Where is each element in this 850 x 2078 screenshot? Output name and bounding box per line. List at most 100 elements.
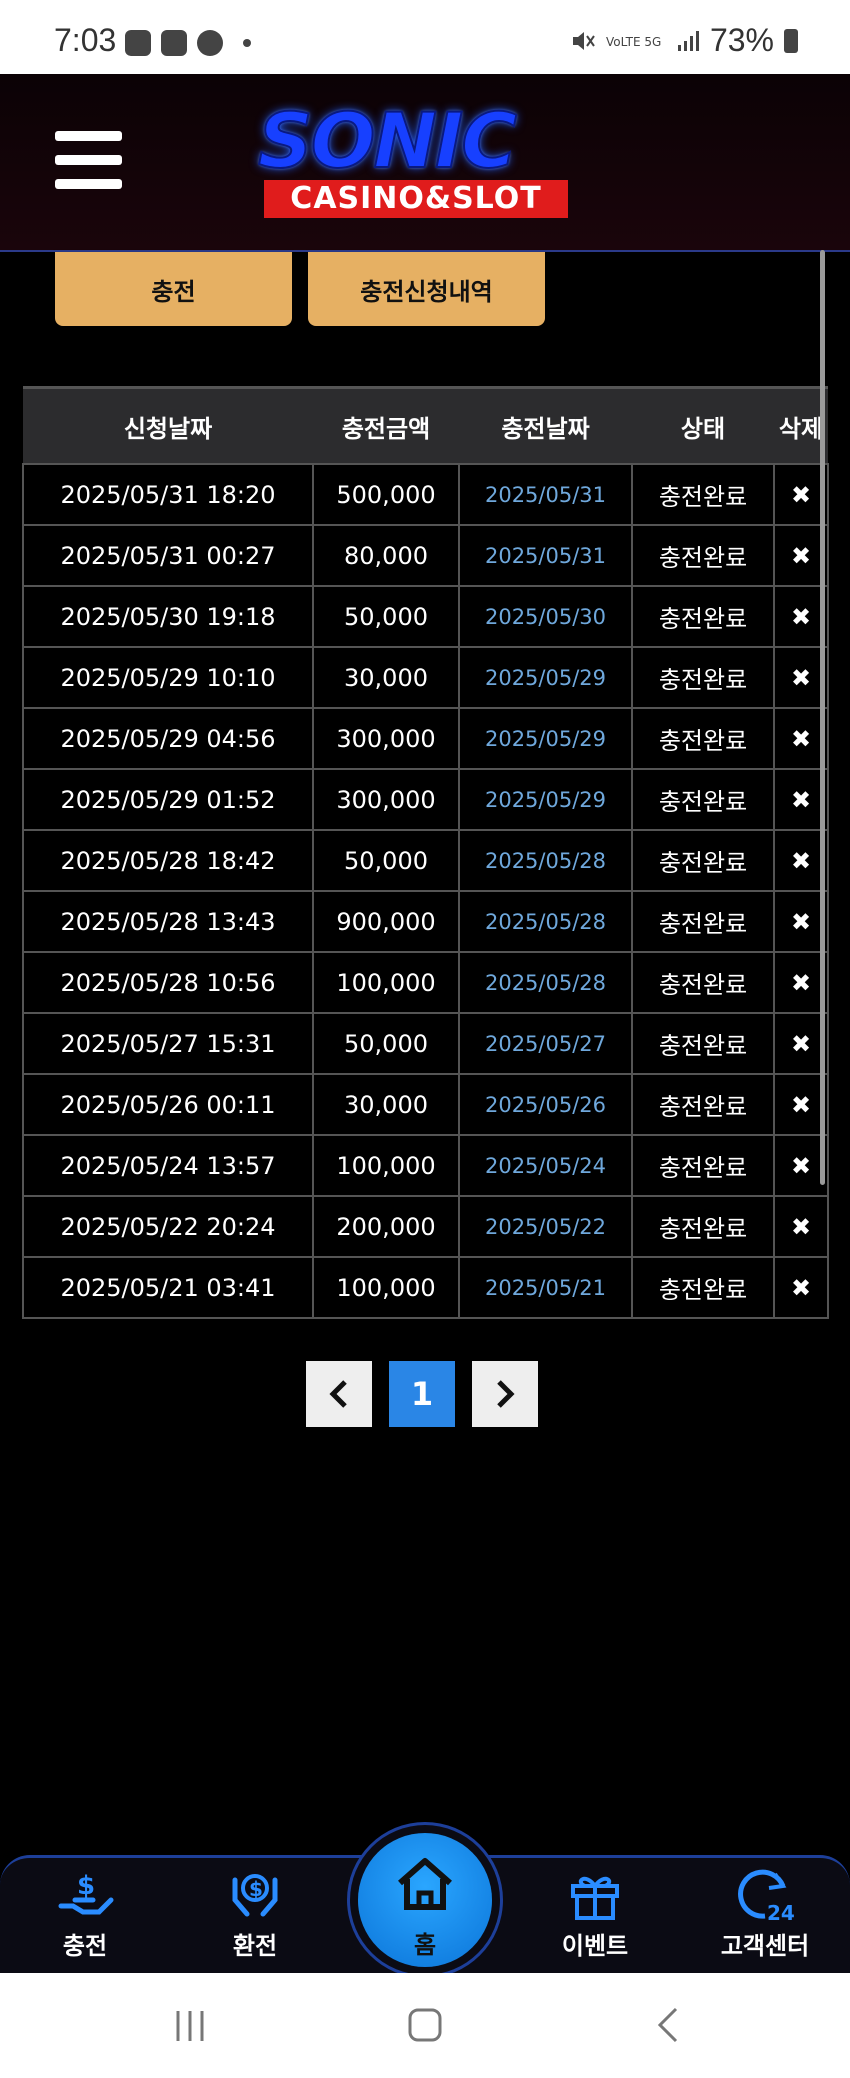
cell-status: 충전완료 (631, 829, 775, 892)
cell-status: 충전완료 (631, 1073, 775, 1136)
table-row: 2025/05/21 03:41 100,000 2025/05/21 충전완료 ✖ (22, 1256, 829, 1319)
battery-percent: 73% (709, 22, 774, 58)
cell-status: 충전완료 (631, 890, 775, 953)
table-row: 2025/05/28 18:42 50,000 2025/05/28 충전완료 ✖ (22, 829, 829, 892)
cell-amount: 50,000 (312, 829, 460, 892)
cell-deposit-date: 2025/05/29 (458, 646, 633, 709)
cell-amount: 300,000 (312, 768, 460, 831)
next-page-button[interactable] (472, 1361, 538, 1427)
table-row: 2025/05/29 10:10 30,000 2025/05/29 충전완료 ✖ (22, 646, 829, 709)
cell-request-date: 2025/05/27 15:31 (22, 1012, 314, 1075)
table-row: 2025/05/31 00:27 80,000 2025/05/31 충전완료 ✖ (22, 524, 829, 587)
cell-deposit-date: 2025/05/22 (458, 1195, 633, 1258)
gift-icon (571, 1876, 619, 1920)
tab-deposit-history[interactable]: 충전신청내역 (308, 252, 545, 326)
table-row: 2025/05/30 19:18 50,000 2025/05/30 충전완료 ✖ (22, 585, 829, 648)
cell-deposit-date: 2025/05/28 (458, 829, 633, 892)
battery-icon (784, 28, 798, 53)
table-row: 2025/05/29 04:56 300,000 2025/05/29 충전완료 ✖ (22, 707, 829, 770)
cell-amount: 80,000 (312, 524, 460, 587)
cell-status: 충전완료 (631, 585, 775, 648)
table-row: 2025/05/28 10:56 100,000 2025/05/28 충전완료 ✖ (22, 951, 829, 1014)
news-icon (161, 30, 187, 56)
cell-request-date: 2025/05/28 18:42 (22, 829, 314, 892)
page-1-button[interactable]: 1 (389, 1361, 455, 1427)
nav-deposit[interactable]: $ 충전 (25, 1866, 145, 1961)
col-request-date: 신청날짜 (23, 386, 313, 464)
chevron-right-icon (497, 1380, 515, 1408)
home-icon (398, 1858, 452, 1910)
nav-support[interactable]: 24 고객센터 (705, 1866, 825, 1961)
status-time: 7:03 (54, 22, 117, 58)
cell-request-date: 2025/05/29 04:56 (22, 707, 314, 770)
deposit-history-table: 신청날짜 충전금액 충전날짜 상태 삭제 2025/05/31 18:20 500… (22, 386, 829, 1319)
site-logo[interactable]: SONIC CASINO&SLOT (240, 95, 600, 226)
svg-text:$: $ (249, 1877, 263, 1901)
cell-request-date: 2025/05/31 18:20 (22, 463, 314, 526)
recent-apps-icon[interactable] (170, 2005, 210, 2045)
nav-deposit-label: 충전 (62, 1932, 108, 1960)
table-row: 2025/05/24 13:57 100,000 2025/05/24 충전완료 ✖ (22, 1134, 829, 1197)
cell-status: 충전완료 (631, 1012, 775, 1075)
cell-request-date: 2025/05/31 00:27 (22, 524, 314, 587)
mute-icon (572, 31, 595, 50)
cell-status: 충전완료 (631, 1195, 775, 1258)
cell-request-date: 2025/05/28 10:56 (22, 951, 314, 1014)
table-row: 2025/05/29 01:52 300,000 2025/05/29 충전완료 ✖ (22, 768, 829, 831)
delete-button[interactable]: ✖ (773, 1195, 829, 1258)
nav-event[interactable]: 이벤트 (535, 1866, 655, 1961)
delete-button[interactable]: ✖ (773, 1256, 829, 1319)
cell-deposit-date: 2025/05/31 (458, 463, 633, 526)
cell-amount: 200,000 (312, 1195, 460, 1258)
tab-deposit[interactable]: 충전 (55, 252, 292, 326)
cell-deposit-date: 2025/05/28 (458, 951, 633, 1014)
cell-status: 충전완료 (631, 707, 775, 770)
cell-deposit-date: 2025/05/26 (458, 1073, 633, 1136)
nav-home-button[interactable]: 홈 (358, 1833, 492, 1967)
signal-icon: VoLTE 5G (606, 35, 661, 49)
cell-request-date: 2025/05/21 03:41 (22, 1256, 314, 1319)
back-icon[interactable] (650, 2005, 690, 2045)
cell-status: 충전완료 (631, 463, 775, 526)
cell-amount: 300,000 (312, 707, 460, 770)
cell-deposit-date: 2025/05/21 (458, 1256, 633, 1319)
nav-withdraw[interactable]: $ 환전 (195, 1866, 315, 1961)
cell-amount: 500,000 (312, 463, 460, 526)
cell-amount: 50,000 (312, 585, 460, 648)
col-deposit-date: 충전날짜 (459, 386, 632, 464)
svg-text:VoLTE 5G: VoLTE 5G (606, 35, 661, 49)
cell-request-date: 2025/05/24 13:57 (22, 1134, 314, 1197)
notification-icons (125, 30, 251, 56)
logo-casino-text: CASINO&SLOT (264, 180, 568, 218)
cell-request-date: 2025/05/22 20:24 (22, 1195, 314, 1258)
svg-text:$: $ (77, 1871, 95, 1901)
menu-icon[interactable] (55, 131, 122, 189)
cell-status: 충전완료 (631, 768, 775, 831)
cell-request-date: 2025/05/30 19:18 (22, 585, 314, 648)
nav-withdraw-label: 환전 (232, 1932, 278, 1960)
cell-request-date: 2025/05/28 13:43 (22, 890, 314, 953)
cell-request-date: 2025/05/29 01:52 (22, 768, 314, 831)
home-system-icon[interactable] (405, 2005, 445, 2045)
table-row: 2025/05/31 18:20 500,000 2025/05/31 충전완료 ✖ (22, 463, 829, 526)
cell-amount: 100,000 (312, 1134, 460, 1197)
cell-amount: 100,000 (312, 951, 460, 1014)
prev-page-button[interactable] (306, 1361, 372, 1427)
status-right: VoLTE 5G 73% (570, 22, 798, 59)
site-header: SONIC CASINO&SLOT (0, 74, 850, 252)
deposit-hand-icon: $ (58, 1871, 114, 1915)
col-amount: 충전금액 (313, 386, 459, 464)
weather-icon (125, 30, 151, 56)
cell-deposit-date: 2025/05/24 (458, 1134, 633, 1197)
table-row: 2025/05/22 20:24 200,000 2025/05/22 충전완료 ✖ (22, 1195, 829, 1258)
cell-deposit-date: 2025/05/28 (458, 890, 633, 953)
table-row: 2025/05/27 15:31 50,000 2025/05/27 충전완료 ✖ (22, 1012, 829, 1075)
cell-request-date: 2025/05/26 00:11 (22, 1073, 314, 1136)
system-nav-bar (0, 1973, 850, 2078)
scrollbar[interactable] (820, 250, 825, 1185)
cell-status: 충전완료 (631, 951, 775, 1014)
cell-status: 충전완료 (631, 1256, 775, 1319)
pagination: 1 (306, 1361, 538, 1427)
cell-amount: 100,000 (312, 1256, 460, 1319)
cell-amount: 50,000 (312, 1012, 460, 1075)
